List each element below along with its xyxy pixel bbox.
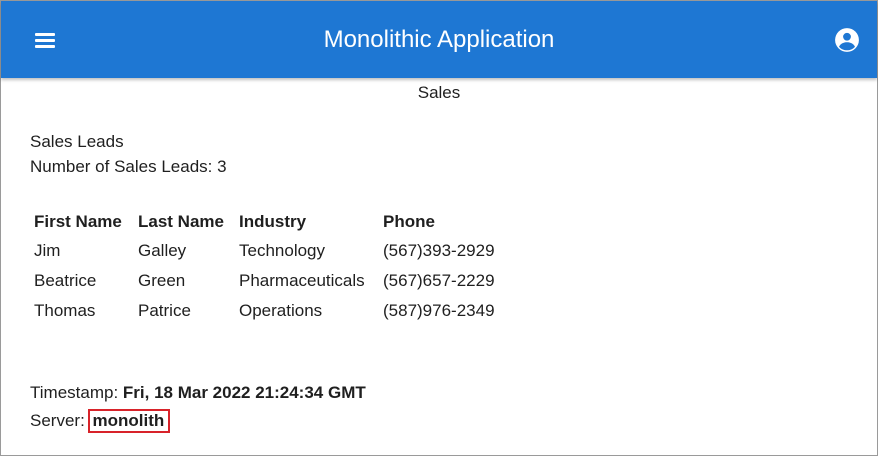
app-title: Monolithic Application <box>323 26 555 53</box>
page-title: Sales <box>417 83 461 102</box>
sales-leads-count: Number of Sales Leads: 3 <box>30 157 227 177</box>
server-line: Server: monolith <box>30 409 171 433</box>
cell-phone: (587)976-2349 <box>383 301 495 320</box>
table-header-row: First Name Last Name Industry Phone <box>32 208 511 236</box>
server-label: Server: <box>30 411 85 430</box>
cell-first-name: Thomas <box>34 301 96 320</box>
cell-industry: Pharmaceuticals <box>239 271 365 290</box>
column-header-first-name: First Name <box>34 212 122 231</box>
cell-first-name: Beatrice <box>34 271 97 290</box>
server-value: monolith <box>87 409 171 433</box>
timestamp-line: Timestamp: Fri, 18 Mar 2022 21:24:34 GMT <box>30 383 366 403</box>
account-circle-icon[interactable] <box>834 27 860 53</box>
timestamp-label: Timestamp: <box>30 383 119 402</box>
cell-first-name: Jim <box>34 241 61 260</box>
app-bar: Monolithic Application <box>1 1 877 78</box>
column-header-phone: Phone <box>383 212 435 231</box>
cell-phone: (567)393-2929 <box>383 241 495 260</box>
count-value: 3 <box>217 157 227 176</box>
cell-last-name: Patrice <box>138 301 191 320</box>
cell-phone: (567)657-2229 <box>383 271 495 290</box>
column-header-last-name: Last Name <box>138 212 224 231</box>
column-header-industry: Industry <box>239 212 307 231</box>
count-label: Number of Sales Leads: <box>30 157 213 176</box>
sales-leads-heading: Sales Leads <box>30 132 124 151</box>
table-row: Beatrice Green Pharmaceuticals (567)657-… <box>32 266 511 296</box>
timestamp-value: Fri, 18 Mar 2022 21:24:34 GMT <box>122 383 366 402</box>
sales-leads-table: First Name Last Name Industry Phone Jim … <box>32 208 511 326</box>
cell-last-name: Galley <box>138 241 187 260</box>
cell-industry: Technology <box>239 241 326 260</box>
table-row: Thomas Patrice Operations (587)976-2349 <box>32 296 511 326</box>
table-row: Jim Galley Technology (567)393-2929 <box>32 236 511 266</box>
cell-industry: Operations <box>239 301 323 320</box>
cell-last-name: Green <box>138 271 186 290</box>
